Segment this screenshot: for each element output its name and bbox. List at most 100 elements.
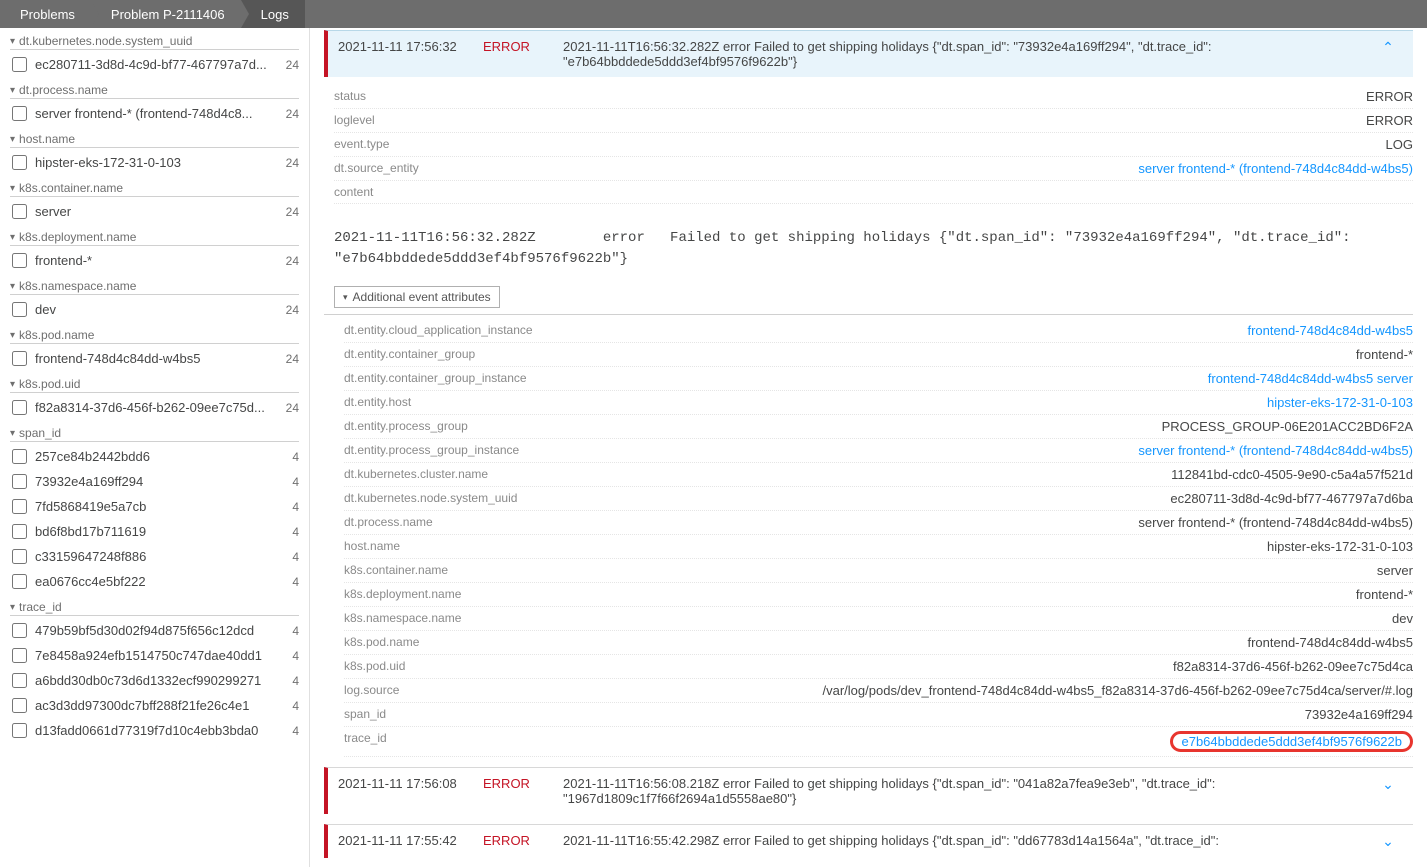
facet-checkbox[interactable] <box>12 449 27 464</box>
facet-item[interactable]: ec280711-3d8d-4c9d-bf77-467797a7d...24 <box>10 52 299 77</box>
facet-count: 4 <box>292 674 299 688</box>
facet-label: 73932e4a169ff294 <box>35 474 286 489</box>
facet-checkbox[interactable] <box>12 253 27 268</box>
attribute-value: server frontend-* (frontend-748d4c84dd-w… <box>564 515 1413 530</box>
chevron-down-icon: ▾ <box>10 602 15 613</box>
facet-checkbox[interactable] <box>12 549 27 564</box>
facet-header[interactable]: ▾host.name <box>10 132 299 148</box>
facet-group: ▾k8s.namespace.name dev24 <box>10 279 299 322</box>
facet-count: 4 <box>292 550 299 564</box>
facet-name: k8s.namespace.name <box>19 279 136 293</box>
attribute-key: k8s.deployment.name <box>344 587 564 602</box>
facet-checkbox[interactable] <box>12 351 27 366</box>
facet-header[interactable]: ▾ k8s.pod.uid <box>10 377 299 393</box>
facet-checkbox[interactable] <box>12 106 27 121</box>
facet-checkbox[interactable] <box>12 57 27 72</box>
attribute-value: frontend-748d4c84dd-w4bs5 <box>564 635 1413 650</box>
facet-count: 4 <box>292 575 299 589</box>
detail-row: loglevelERROR <box>334 109 1413 133</box>
facet-item[interactable]: c33159647248f8864 <box>10 544 299 569</box>
facet-header[interactable]: ▾trace_id <box>10 600 299 616</box>
facet-item[interactable]: 7e8458a924efb1514750c747dae40dd14 <box>10 643 299 668</box>
facet-item[interactable]: ea0676cc4e5bf2224 <box>10 569 299 594</box>
facet-group: ▾host.name hipster-eks-172-31-0-10324 <box>10 132 299 175</box>
facet-item[interactable]: server24 <box>10 199 299 224</box>
log-row[interactable]: 2021-11-11 17:56:08ERROR2021-11-11T16:56… <box>324 767 1413 814</box>
detail-row: content <box>334 181 1413 204</box>
chevron-down-icon[interactable]: ⌄ <box>1373 833 1403 850</box>
facet-count: 24 <box>286 205 299 219</box>
facet-name: k8s.pod.uid <box>19 377 80 391</box>
facet-checkbox[interactable] <box>12 474 27 489</box>
facet-checkbox[interactable] <box>12 204 27 219</box>
facet-checkbox[interactable] <box>12 673 27 688</box>
facet-header[interactable]: ▾k8s.namespace.name <box>10 279 299 295</box>
detail-value[interactable]: server frontend-* (frontend-748d4c84dd-w… <box>554 161 1413 176</box>
facet-item[interactable]: 479b59bf5d30d02f94d875f656c12dcd4 <box>10 618 299 643</box>
facet-checkbox[interactable] <box>12 648 27 663</box>
breadcrumb-problem-id[interactable]: Problem P-2111406 <box>91 0 241 28</box>
facet-count: 4 <box>292 624 299 638</box>
attribute-value[interactable]: frontend-748d4c84dd-w4bs5 server <box>564 371 1413 386</box>
chevron-down-icon: ▾ <box>10 379 15 390</box>
chevron-down-icon[interactable]: ⌄ <box>1373 776 1403 806</box>
facet-label: 7e8458a924efb1514750c747dae40dd1 <box>35 648 286 663</box>
attribute-value[interactable]: hipster-eks-172-31-0-103 <box>564 395 1413 410</box>
facet-name: k8s.deployment.name <box>19 230 136 244</box>
facet-checkbox[interactable] <box>12 723 27 738</box>
additional-attributes: dt.entity.cloud_application_instancefron… <box>324 319 1413 757</box>
attribute-key: dt.entity.container_group <box>344 347 564 362</box>
facet-count: 4 <box>292 525 299 539</box>
attribute-row: dt.process.nameserver frontend-* (fronte… <box>344 511 1413 535</box>
chevron-up-icon[interactable]: ⌃ <box>1373 39 1403 69</box>
log-row-expanded[interactable]: 2021-11-11 17:56:32ERROR2021-11-11T16:56… <box>324 30 1413 77</box>
log-timestamp: 2021-11-11 17:56:32 <box>338 39 483 69</box>
additional-attributes-toggle[interactable]: ▾Additional event attributes <box>334 286 500 308</box>
facet-item[interactable]: 7fd5868419e5a7cb4 <box>10 494 299 519</box>
facet-header[interactable]: ▾dt.process.name <box>10 83 299 99</box>
detail-value: LOG <box>554 137 1413 152</box>
facet-label: dev <box>35 302 280 317</box>
facet-item[interactable]: hipster-eks-172-31-0-10324 <box>10 150 299 175</box>
facet-item[interactable]: bd6f8bd17b7116194 <box>10 519 299 544</box>
facet-count: 4 <box>292 699 299 713</box>
attribute-value: frontend-* <box>564 587 1413 602</box>
facet-item[interactable]: f82a8314-37d6-456f-b262-09ee7c75d...24 <box>10 395 299 420</box>
facet-item[interactable]: 73932e4a169ff2944 <box>10 469 299 494</box>
breadcrumb-problems[interactable]: Problems <box>0 0 91 28</box>
facet-checkbox[interactable] <box>12 400 27 415</box>
facet-item[interactable]: frontend-748d4c84dd-w4bs524 <box>10 346 299 371</box>
attribute-key: dt.kubernetes.node.system_uuid <box>344 491 564 506</box>
facet-header[interactable]: ▾k8s.container.name <box>10 181 299 197</box>
facet-checkbox[interactable] <box>12 302 27 317</box>
facet-count: 4 <box>292 724 299 738</box>
trace-id-link[interactable]: e7b64bbddede5ddd3ef4bf9576f9622b <box>1170 731 1413 752</box>
facet-header[interactable]: ▾dt.kubernetes.node.system_uuid <box>10 34 299 50</box>
attribute-value[interactable]: frontend-748d4c84dd-w4bs5 <box>564 323 1413 338</box>
attribute-value[interactable]: server frontend-* (frontend-748d4c84dd-w… <box>564 443 1413 458</box>
facet-count: 24 <box>286 401 299 415</box>
facet-checkbox[interactable] <box>12 574 27 589</box>
facet-item[interactable]: server frontend-* (frontend-748d4c8...24 <box>10 101 299 126</box>
facet-item[interactable]: ac3d3dd97300dc7bff288f21fe26c4e14 <box>10 693 299 718</box>
facet-header[interactable]: ▾k8s.deployment.name <box>10 230 299 246</box>
facet-header[interactable]: ▾k8s.pod.name <box>10 328 299 344</box>
facet-item[interactable]: 257ce84b2442bdd64 <box>10 444 299 469</box>
facet-checkbox[interactable] <box>12 499 27 514</box>
facet-checkbox[interactable] <box>12 524 27 539</box>
log-row[interactable]: 2021-11-11 17:55:42ERROR2021-11-11T16:55… <box>324 824 1413 858</box>
detail-key: event.type <box>334 137 554 152</box>
facet-header[interactable]: ▾span_id <box>10 426 299 442</box>
detail-value: ERROR <box>554 113 1413 128</box>
additional-attributes-label: Additional event attributes <box>353 290 491 304</box>
breadcrumb-logs[interactable]: Logs <box>241 0 305 28</box>
facet-item[interactable]: d13fadd0661d77319f7d10c4ebb3bda04 <box>10 718 299 743</box>
facet-item[interactable]: dev24 <box>10 297 299 322</box>
facet-checkbox[interactable] <box>12 623 27 638</box>
facet-checkbox[interactable] <box>12 698 27 713</box>
chevron-down-icon: ▾ <box>10 330 15 341</box>
facet-checkbox[interactable] <box>12 155 27 170</box>
facet-item[interactable]: frontend-*24 <box>10 248 299 273</box>
facet-item[interactable]: a6bdd30db0c73d6d1332ecf9902992714 <box>10 668 299 693</box>
attribute-value[interactable]: e7b64bbddede5ddd3ef4bf9576f9622b <box>564 731 1413 752</box>
